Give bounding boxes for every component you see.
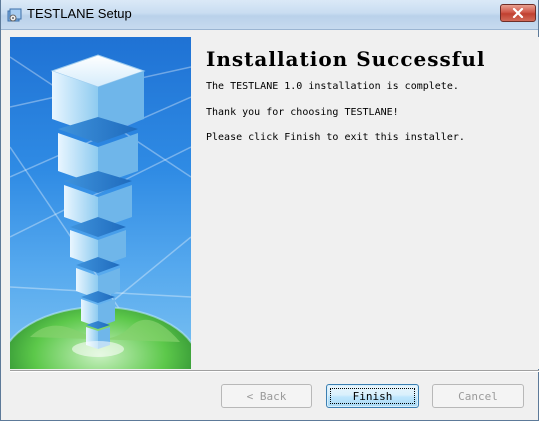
setup-window: TESTLANE Setup Installation Successful T…: [0, 0, 539, 421]
page-title: Installation Successful: [206, 47, 486, 71]
cancel-button-label: Cancel: [458, 389, 498, 403]
tower-globe-illustration: [10, 54, 191, 369]
completion-message: The TESTLANE 1.0 installation is complet…: [206, 81, 459, 92]
close-button[interactable]: [500, 4, 536, 22]
installer-icon: [7, 8, 22, 22]
finish-button[interactable]: Finish: [326, 384, 419, 408]
exit-instruction: Please click Finish to exit this install…: [206, 132, 465, 143]
back-button[interactable]: < Back: [221, 384, 312, 408]
cancel-button[interactable]: Cancel: [432, 384, 524, 408]
title-bar[interactable]: TESTLANE Setup: [1, 0, 538, 30]
focus-rectangle: [330, 388, 415, 404]
close-icon: [512, 8, 524, 18]
thank-you-message: Thank you for choosing TESTLANE!: [206, 107, 399, 118]
footer-divider: [10, 370, 539, 372]
back-button-label: < Back: [246, 389, 287, 403]
content-panel: Installation Successful The TESTLANE 1.0…: [192, 37, 539, 369]
window-title: TESTLANE Setup: [27, 6, 132, 21]
banner-image: [10, 37, 191, 369]
